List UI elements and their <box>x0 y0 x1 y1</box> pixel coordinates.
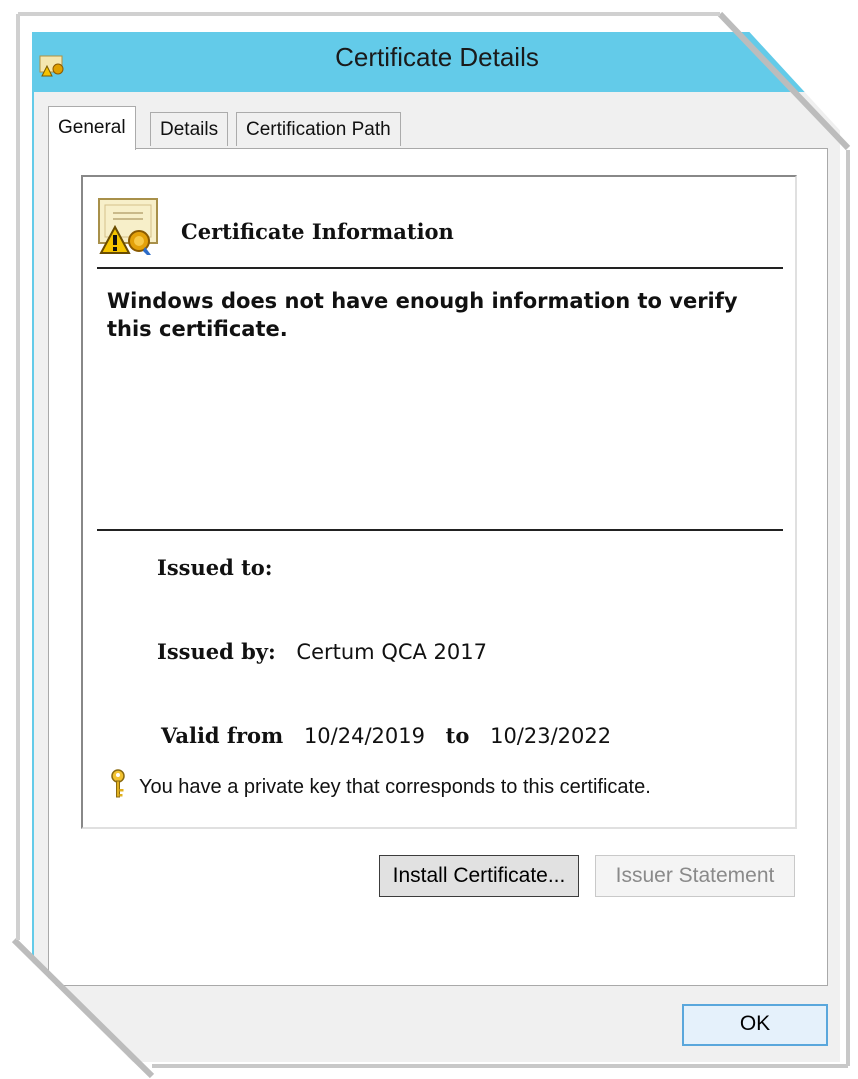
tab-general[interactable]: General <box>48 106 136 150</box>
torn-edge-frame <box>0 0 858 1079</box>
